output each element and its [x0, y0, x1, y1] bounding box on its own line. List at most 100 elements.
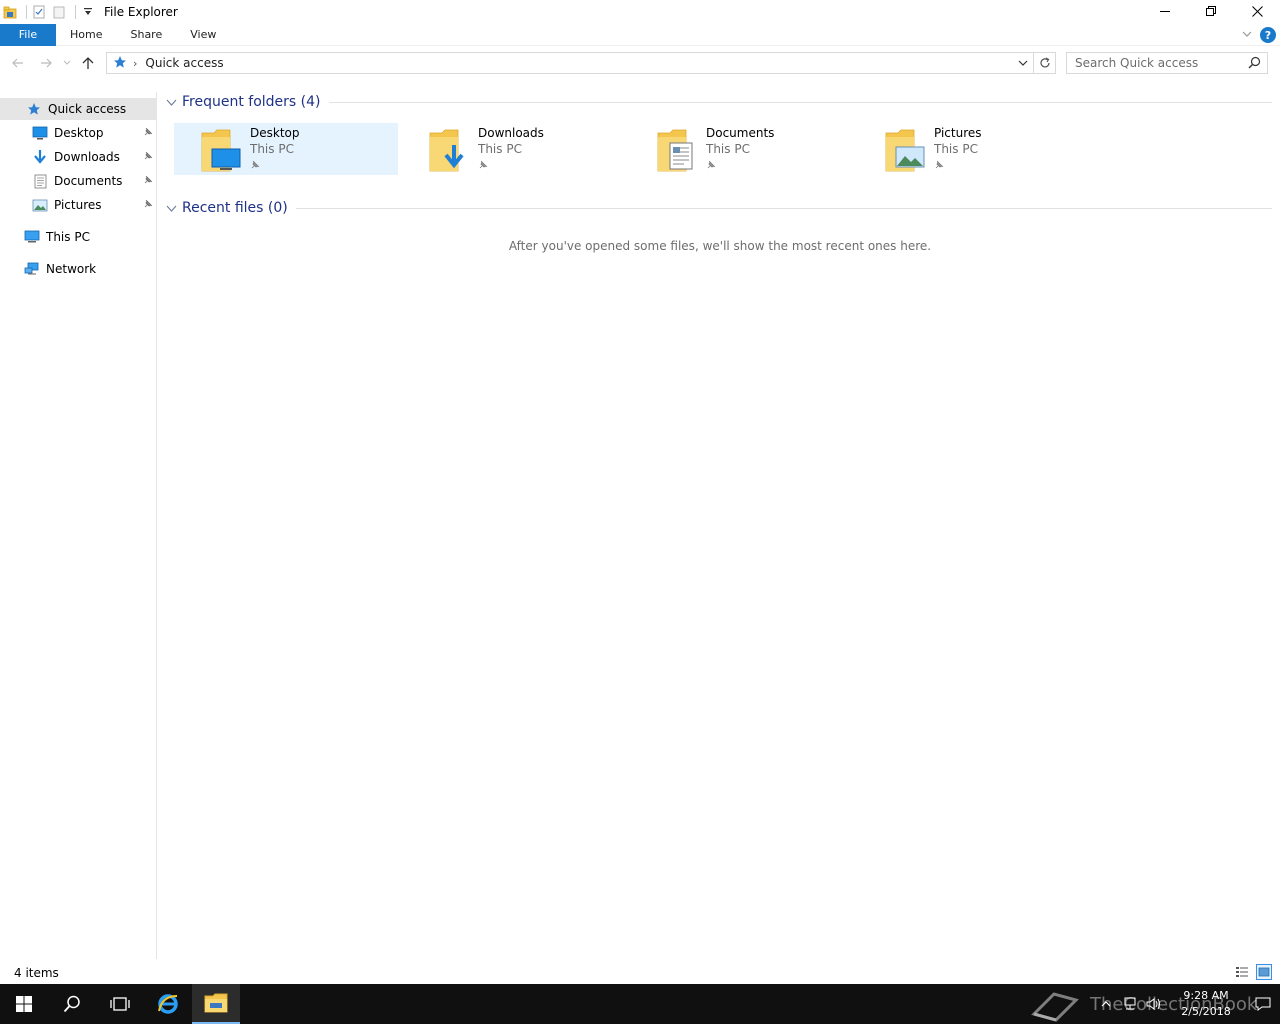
forward-button[interactable]: [32, 51, 60, 75]
frequent-folders-header[interactable]: Frequent folders (4): [164, 92, 1272, 112]
breadcrumb-quick-access[interactable]: Quick access: [145, 56, 223, 70]
sidebar-item-label: Downloads: [54, 150, 120, 164]
search-box[interactable]: [1066, 52, 1268, 74]
sidebar-item-quick-access[interactable]: Quick access: [0, 98, 156, 120]
properties-icon[interactable]: [31, 4, 47, 20]
breadcrumb-separator[interactable]: ›: [133, 57, 137, 70]
details-view-button[interactable]: [1234, 964, 1250, 980]
search-input[interactable]: [1075, 56, 1245, 70]
address-history-dropdown[interactable]: [1015, 53, 1031, 73]
content-pane: Frequent folders (4) Desktop This PC Dow…: [160, 92, 1280, 959]
network-status-button[interactable]: [1118, 984, 1142, 1024]
sidebar-item-downloads[interactable]: Downloads: [0, 146, 156, 168]
system-tray: 9:28 AM 2/5/2018: [1094, 984, 1280, 1024]
sidebar-item-label: Quick access: [48, 102, 127, 116]
file-explorer-taskbar-button[interactable]: [192, 984, 240, 1024]
pin-icon[interactable]: [143, 150, 153, 164]
sidebar-item-label: Desktop: [54, 126, 104, 140]
group-divider: [295, 207, 1272, 209]
tab-home[interactable]: Home: [56, 24, 116, 46]
recent-files-empty-message: After you've opened some files, we'll sh…: [508, 239, 932, 253]
sidebar-item-pictures[interactable]: Pictures: [0, 194, 156, 216]
pictures-icon: [32, 197, 48, 213]
desktop-folder-icon: [200, 123, 250, 175]
back-button[interactable]: [4, 51, 32, 75]
up-button[interactable]: [74, 51, 102, 75]
chevron-down-icon: [63, 60, 71, 65]
sidebar-item-label: Pictures: [54, 198, 102, 212]
sidebar-item-desktop[interactable]: Desktop: [0, 122, 156, 144]
show-hidden-icons-button[interactable]: [1094, 984, 1118, 1024]
folder-tile-downloads[interactable]: Downloads This PC: [402, 123, 626, 175]
task-view-icon: [110, 997, 130, 1011]
quick-access-toolbar: [0, 0, 100, 24]
folder-name: Documents: [706, 126, 775, 140]
sidebar-item-this-pc[interactable]: This PC: [0, 226, 156, 248]
recent-files-header[interactable]: Recent files (0): [164, 198, 1272, 218]
folder-tile-pictures[interactable]: Pictures This PC: [858, 123, 1082, 175]
restore-button[interactable]: [1188, 0, 1234, 22]
sidebar-item-label: This PC: [46, 230, 90, 244]
pin-icon: [934, 158, 982, 172]
sidebar-item-network[interactable]: Network: [0, 258, 156, 280]
folder-tile-text: Desktop This PC: [250, 123, 300, 175]
task-view-button[interactable]: [96, 984, 144, 1024]
refresh-button[interactable]: [1034, 52, 1056, 74]
chevron-down-icon[interactable]: [164, 95, 178, 109]
pin-icon[interactable]: [143, 198, 153, 212]
folder-location: This PC: [250, 142, 294, 156]
tab-view[interactable]: View: [176, 24, 230, 46]
back-arrow-icon: [12, 58, 23, 68]
network-status-icon: [1124, 997, 1136, 1010]
chevron-down-icon[interactable]: [164, 201, 178, 215]
downloads-icon: [32, 149, 48, 165]
group-title: Frequent folders (4): [182, 94, 321, 110]
windows-logo-icon: [16, 996, 32, 1012]
speaker-icon: [1146, 998, 1160, 1010]
internet-explorer-icon: [158, 994, 178, 1014]
start-button[interactable]: [0, 984, 48, 1024]
tab-share[interactable]: Share: [116, 24, 176, 46]
volume-button[interactable]: [1142, 984, 1166, 1024]
internet-explorer-button[interactable]: [144, 984, 192, 1024]
folder-tile-documents[interactable]: Documents This PC: [630, 123, 854, 175]
item-count: 4 items: [14, 966, 59, 980]
clock[interactable]: 9:28 AM 2/5/2018: [1166, 984, 1246, 1024]
folder-tile-text: Documents This PC: [706, 123, 774, 175]
network-icon: [24, 261, 40, 277]
ribbon-right-controls: ?: [1242, 24, 1276, 46]
pin-icon[interactable]: [143, 126, 153, 140]
help-button[interactable]: ?: [1260, 27, 1276, 43]
sidebar-item-label: Network: [46, 262, 97, 276]
details-view-icon: [1236, 967, 1248, 977]
taskbar-search-button[interactable]: [48, 984, 96, 1024]
folder-tile-desktop[interactable]: Desktop This PC: [174, 123, 398, 175]
large-icons-view-button[interactable]: [1256, 964, 1272, 980]
documents-folder-icon: [656, 123, 706, 175]
tab-file[interactable]: File: [0, 23, 56, 46]
customize-toolbar-dropdown-icon[interactable]: [80, 4, 96, 20]
new-folder-icon[interactable]: [51, 4, 67, 20]
forward-arrow-icon: [41, 58, 52, 68]
file-explorer-app-icon[interactable]: [2, 4, 18, 20]
recent-locations-button[interactable]: [60, 51, 74, 75]
search-icon[interactable]: [1248, 56, 1261, 72]
large-icons-view-icon: [1258, 967, 1270, 977]
search-icon: [63, 995, 80, 1013]
pin-icon[interactable]: [143, 174, 153, 188]
status-bar: 4 items: [0, 962, 1280, 984]
group-title: Recent files (0): [182, 200, 288, 216]
sidebar-item-documents[interactable]: Documents: [0, 170, 156, 192]
toolbar-divider: [75, 5, 76, 19]
up-arrow-icon: [82, 56, 94, 69]
minimize-button[interactable]: [1142, 0, 1188, 22]
close-button[interactable]: [1234, 0, 1280, 22]
computer-icon: [24, 229, 40, 245]
address-bar[interactable]: › Quick access: [106, 52, 1034, 74]
folder-location: This PC: [706, 142, 750, 156]
taskbar: TheCollectionBook 9:28 AM 2/5/2018: [0, 984, 1280, 1024]
expand-ribbon-chevron-icon[interactable]: [1242, 28, 1252, 42]
action-center-button[interactable]: [1246, 984, 1280, 1024]
close-icon: [1251, 5, 1263, 17]
clock-time: 9:28 AM: [1183, 989, 1229, 1002]
